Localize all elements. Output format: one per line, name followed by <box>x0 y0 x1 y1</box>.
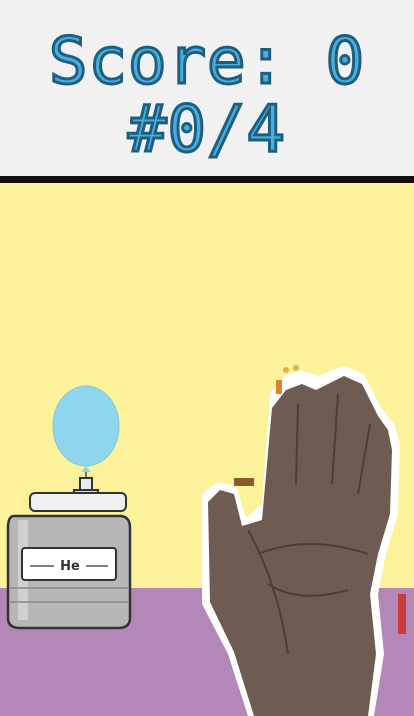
header-divider <box>0 176 414 183</box>
helium-tank-icon[interactable]: He <box>0 380 140 640</box>
score-panel: Score: 0 #0/4 <box>0 0 414 176</box>
balloon-icon[interactable] <box>52 385 120 480</box>
round-counter: #0/4 <box>126 93 287 167</box>
score-display: Score: 0 <box>47 25 366 99</box>
hand-camera-feed <box>202 365 406 716</box>
tank-label: He <box>60 559 80 574</box>
